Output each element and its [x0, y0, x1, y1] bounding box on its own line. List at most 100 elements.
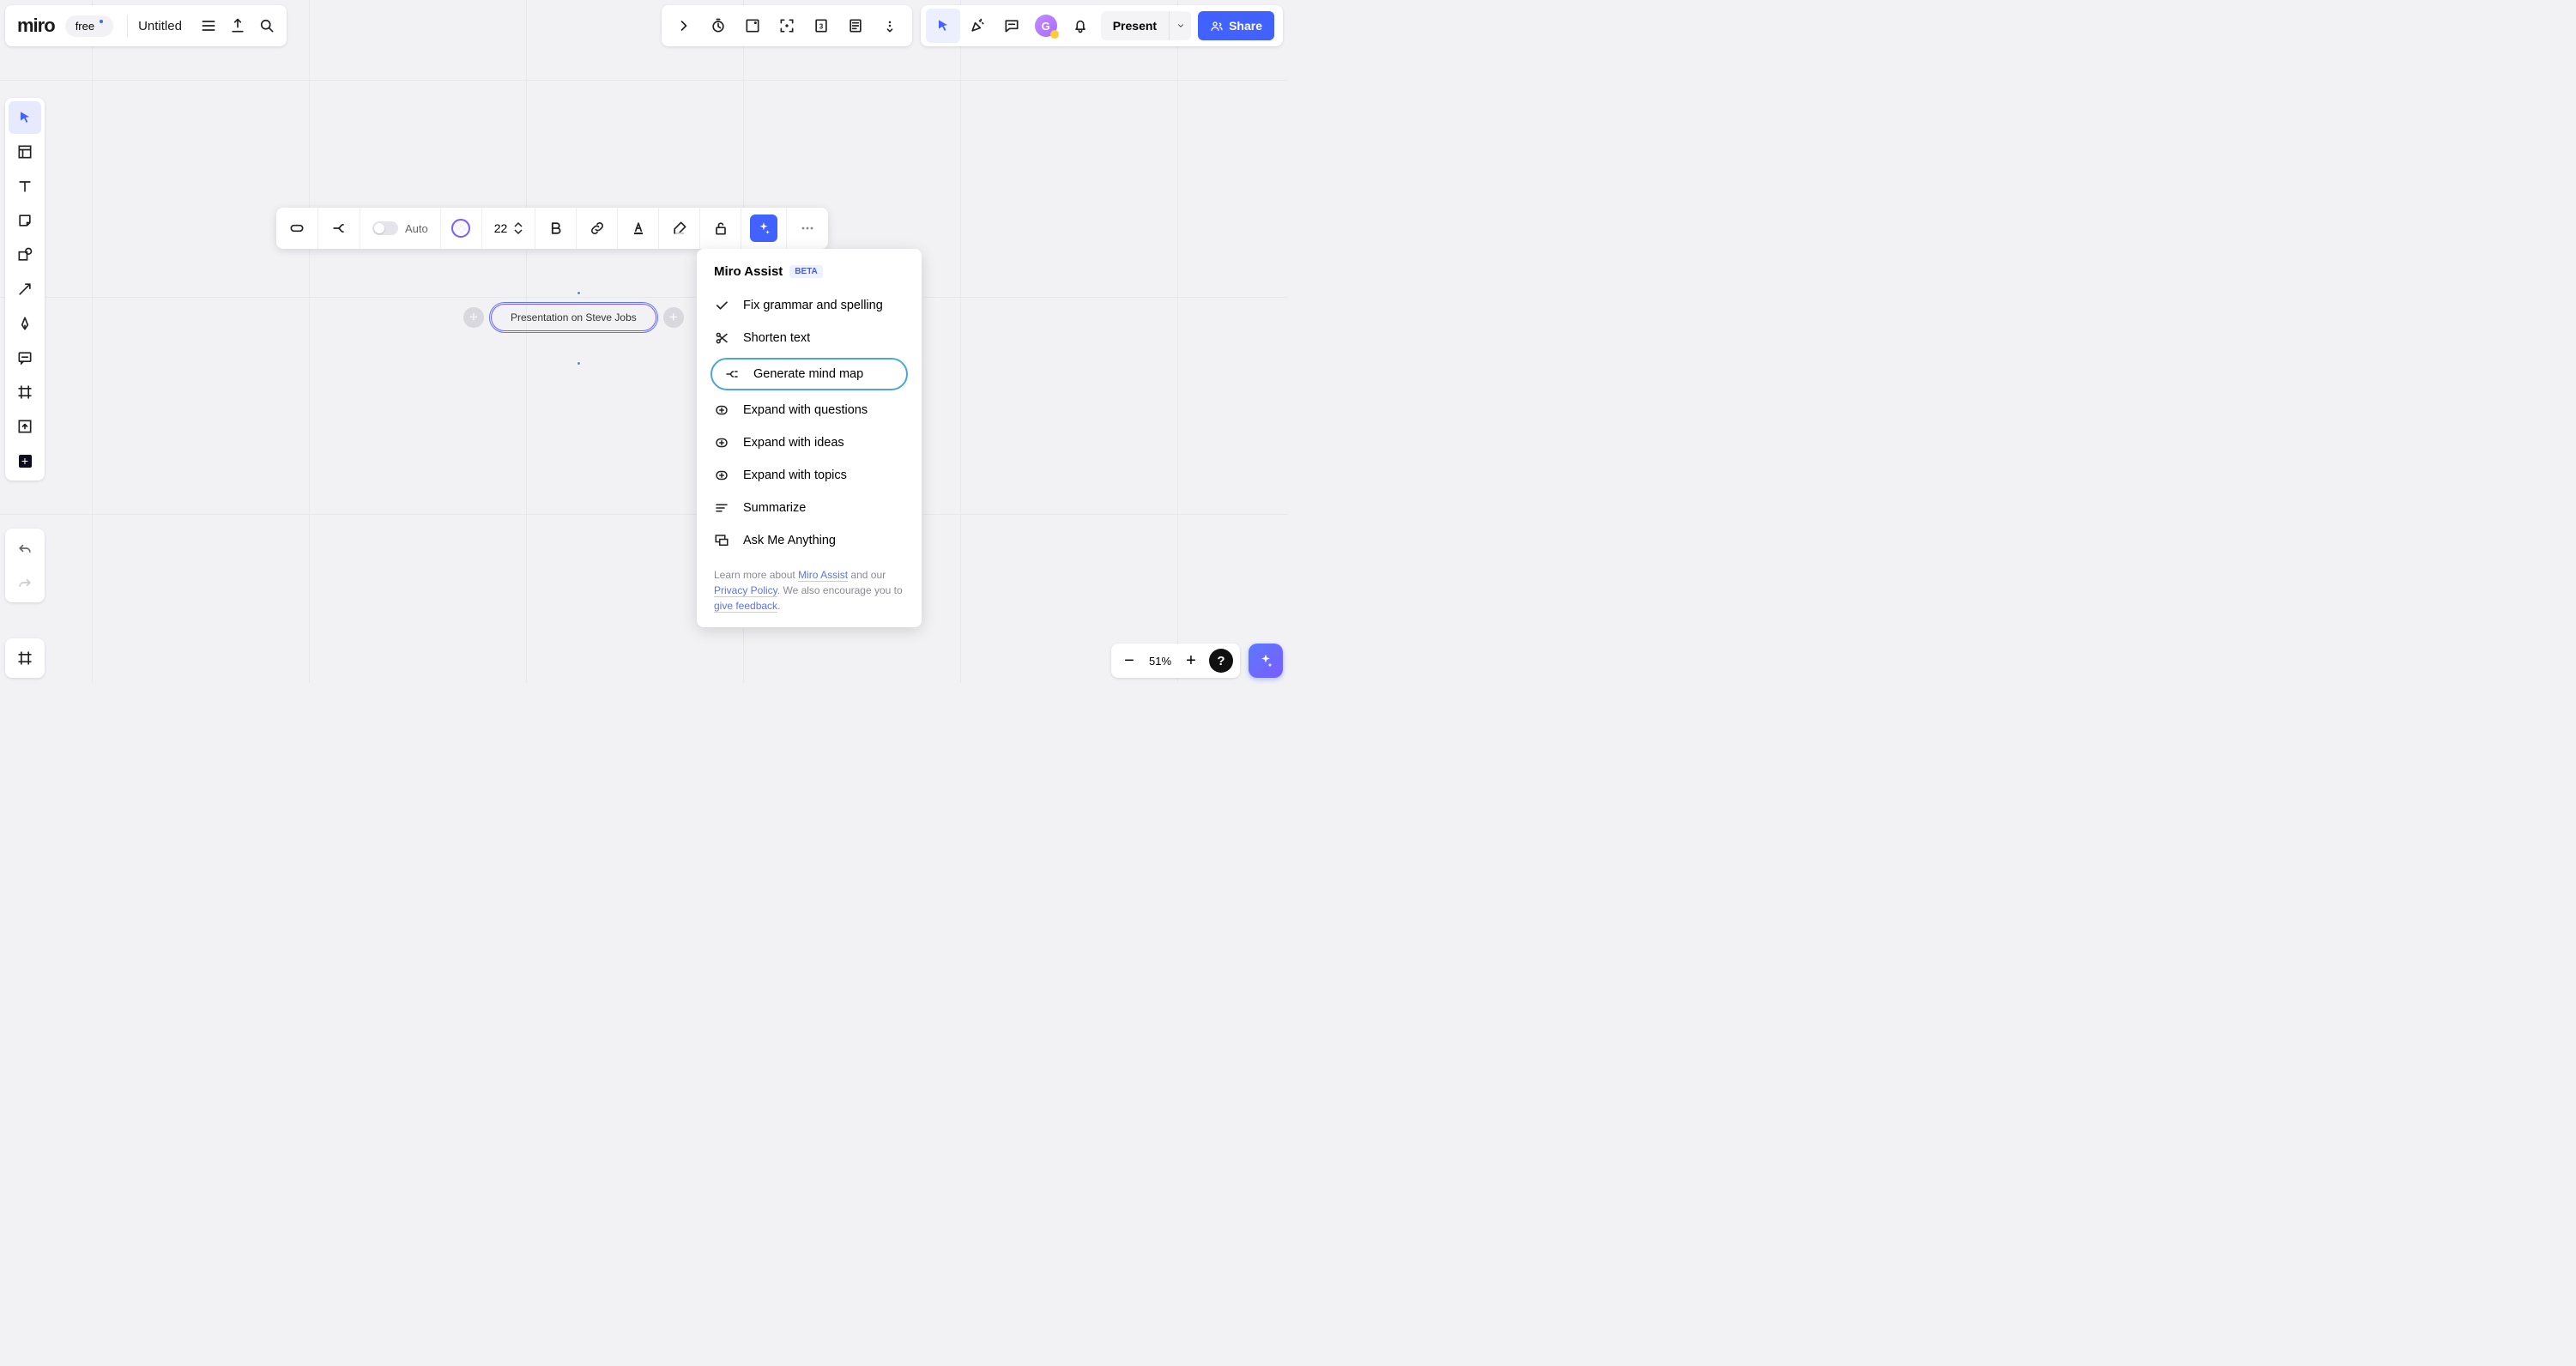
bold-button[interactable]: [535, 208, 577, 249]
zoom-out-button[interactable]: −: [1115, 646, 1144, 675]
user-avatar: G: [1035, 15, 1057, 37]
font-size-value: 22: [494, 221, 508, 235]
assist-expand-questions[interactable]: Expand with questions: [697, 394, 922, 426]
hide-content-button[interactable]: [735, 9, 770, 43]
text-color-button[interactable]: [618, 208, 659, 249]
lock-button[interactable]: [700, 208, 741, 249]
sticky-note-tool[interactable]: [9, 204, 41, 237]
avatar-button[interactable]: G: [1029, 9, 1063, 43]
comment-tool[interactable]: [9, 342, 41, 374]
assist-ask-anything[interactable]: Ask Me Anything: [697, 524, 922, 557]
present-button[interactable]: Present: [1101, 19, 1169, 33]
zoom-value[interactable]: 51%: [1144, 655, 1176, 668]
text-tool[interactable]: [9, 170, 41, 202]
voting-button[interactable]: 3: [804, 9, 838, 43]
summary-icon: [714, 500, 729, 516]
assist-item-label: Expand with ideas: [743, 436, 844, 450]
miro-assist-panel: Miro Assist BETA Fix grammar and spellin…: [697, 249, 922, 627]
more-vert-chevron-icon: [881, 17, 898, 34]
more-options-button[interactable]: [787, 208, 828, 249]
zoom-in-button[interactable]: +: [1176, 646, 1206, 675]
font-size-stepper[interactable]: 22: [482, 208, 536, 249]
canvas[interactable]: [0, 0, 1288, 683]
share-label: Share: [1229, 19, 1262, 33]
ai-fab-button[interactable]: [1249, 644, 1283, 678]
plus-circle-icon: [714, 402, 729, 418]
assist-fix-grammar[interactable]: Fix grammar and spelling: [697, 289, 922, 322]
auto-label: Auto: [405, 222, 428, 235]
node-handle-bottom[interactable]: [577, 361, 581, 366]
text-color-icon: [630, 220, 647, 237]
more-tools[interactable]: +: [9, 444, 41, 477]
notifications-button[interactable]: [1063, 9, 1098, 43]
feedback-link[interactable]: give feedback: [714, 600, 777, 613]
color-picker-button[interactable]: [441, 208, 482, 249]
cursor-select-button[interactable]: [926, 9, 960, 43]
mindmap-node[interactable]: Presentation on Steve Jobs: [491, 304, 656, 331]
svg-text:3: 3: [819, 21, 823, 30]
plan-pill[interactable]: free: [65, 15, 113, 37]
branch-icon: [330, 220, 348, 237]
present-caret[interactable]: [1169, 11, 1191, 40]
assist-expand-topics[interactable]: Expand with topics: [697, 459, 922, 492]
redo-button[interactable]: [9, 566, 41, 599]
apps-panel: 3: [662, 5, 912, 46]
caret-up-icon[interactable]: [514, 221, 523, 228]
upload-tool[interactable]: [9, 410, 41, 443]
search-button[interactable]: [252, 11, 281, 40]
assist-item-label: Ask Me Anything: [743, 534, 836, 547]
pen-tool[interactable]: [9, 307, 41, 340]
beta-badge: BETA: [789, 265, 822, 278]
bell-icon: [1072, 17, 1089, 34]
color-swatch-icon: [451, 219, 470, 238]
undo-panel: [5, 529, 45, 602]
apps-more-button[interactable]: [873, 9, 907, 43]
privacy-link[interactable]: Privacy Policy: [714, 584, 777, 597]
ai-assist-button[interactable]: [741, 208, 787, 249]
line-tool[interactable]: [9, 273, 41, 305]
chevron-right-icon: [675, 17, 692, 34]
logo[interactable]: miro: [17, 15, 55, 37]
assist-summarize[interactable]: Summarize: [697, 492, 922, 524]
help-button[interactable]: ?: [1209, 649, 1233, 673]
people-icon: [1210, 19, 1224, 33]
sparkle-button: [750, 215, 777, 242]
node-handle-top[interactable]: [577, 291, 581, 295]
branch-style-button[interactable]: [318, 208, 360, 249]
plus-icon: +: [19, 455, 32, 468]
shape-style-button[interactable]: [276, 208, 318, 249]
board-title[interactable]: Untitled: [138, 19, 182, 33]
auto-layout-toggle[interactable]: Auto: [360, 208, 441, 249]
comments-button[interactable]: [995, 9, 1029, 43]
upload-icon: [229, 17, 246, 34]
add-left-button[interactable]: +: [463, 307, 484, 328]
undo-button[interactable]: [9, 532, 41, 565]
export-button[interactable]: [223, 11, 252, 40]
notes-button[interactable]: [838, 9, 873, 43]
fit-frame-button[interactable]: [9, 642, 41, 674]
expand-left-button[interactable]: [667, 9, 701, 43]
reactions-button[interactable]: [960, 9, 995, 43]
link-button[interactable]: [577, 208, 618, 249]
assist-shorten[interactable]: Shorten text: [697, 322, 922, 354]
side-toolbar: +: [5, 98, 45, 481]
assist-generate-mindmap[interactable]: Generate mind map: [711, 358, 908, 390]
frame-tool[interactable]: [9, 376, 41, 408]
cursor-icon: [934, 17, 952, 34]
shape-tool[interactable]: [9, 239, 41, 271]
add-right-button[interactable]: +: [663, 307, 684, 328]
caret-down-icon[interactable]: [514, 228, 523, 235]
chat-icon: [714, 533, 729, 548]
focus-button[interactable]: [770, 9, 804, 43]
highlight-button[interactable]: [659, 208, 700, 249]
assist-expand-ideas[interactable]: Expand with ideas: [697, 426, 922, 459]
menu-button[interactable]: [194, 11, 223, 40]
templates-tool[interactable]: [9, 136, 41, 168]
share-button[interactable]: Share: [1198, 11, 1274, 40]
bold-icon: [547, 220, 565, 237]
highlighter-icon: [671, 220, 688, 237]
miro-assist-link[interactable]: Miro Assist: [798, 569, 848, 582]
timer-button[interactable]: [701, 9, 735, 43]
template-icon: [16, 143, 33, 160]
select-tool[interactable]: [9, 101, 41, 134]
